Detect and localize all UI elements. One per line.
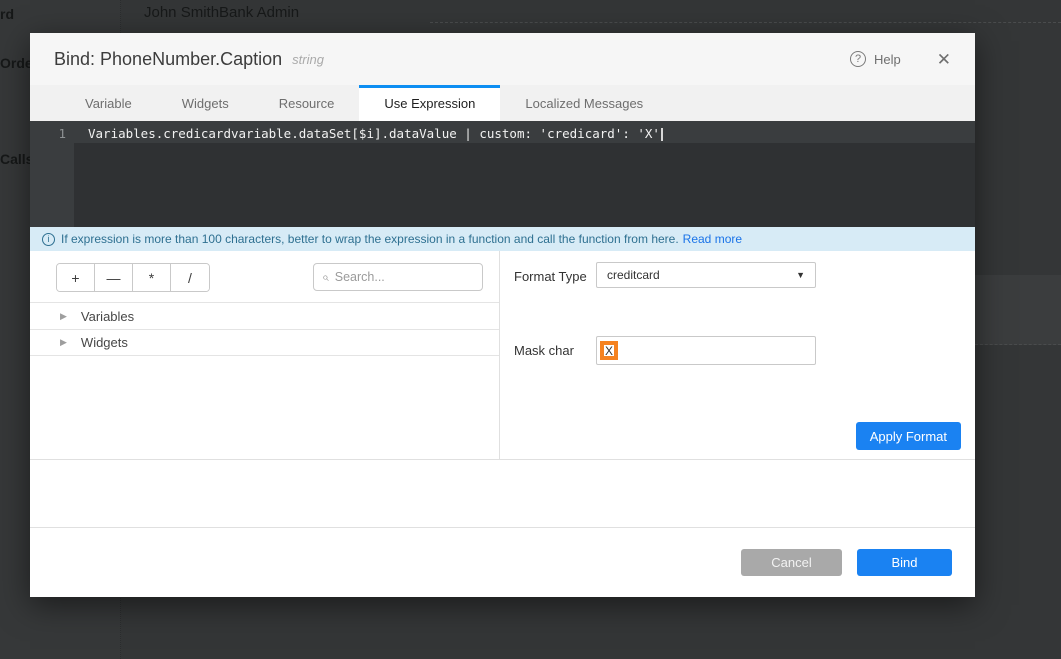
cancel-button[interactable]: Cancel [741, 549, 842, 576]
tab-use-expression[interactable]: Use Expression [359, 85, 500, 121]
expression-code-line[interactable]: Variables.credicardvariable.dataSet[$i].… [88, 126, 663, 141]
format-type-select[interactable]: creditcard ▼ [596, 262, 816, 288]
dialog-body: + — * / ⌕ ▶ Variables ▶ Widgets [30, 251, 975, 460]
operator-button-group: + — * / [56, 263, 210, 292]
search-box[interactable]: ⌕ [313, 263, 483, 291]
format-type-label: Format Type [514, 269, 587, 284]
multiply-operator-button[interactable]: * [133, 264, 171, 291]
mask-char-input[interactable]: X [596, 336, 816, 365]
apply-format-button[interactable]: Apply Format [856, 422, 961, 450]
format-options-pane: Format Type creditcard ▼ Mask char X App… [501, 251, 975, 459]
divide-operator-button[interactable]: / [171, 264, 209, 291]
tree-item-label: Variables [81, 309, 134, 324]
chevron-right-icon: ▶ [60, 311, 67, 322]
editor-line-number: 1 [30, 126, 66, 141]
tree-item-widgets[interactable]: ▶ Widgets [30, 329, 499, 356]
tree-item-label: Widgets [81, 335, 128, 350]
footer-divider [30, 527, 975, 528]
editor-cursor [661, 128, 663, 141]
minus-operator-button[interactable]: — [95, 264, 133, 291]
background-dashed-border [430, 22, 1061, 23]
chevron-right-icon: ▶ [60, 337, 67, 348]
expression-code-editor[interactable]: 1 Variables.credicardvariable.dataSet[$i… [30, 121, 975, 227]
bind-button[interactable]: Bind [857, 549, 952, 576]
tab-resource[interactable]: Resource [254, 85, 360, 121]
background-user-title: John SmithBank Admin [144, 4, 299, 21]
help-button[interactable]: Help [874, 52, 901, 67]
background-panel [975, 275, 1061, 345]
info-banner-text: If expression is more than 100 character… [61, 232, 679, 246]
mask-char-highlighted-value: X [600, 341, 618, 360]
format-type-value: creditcard [607, 268, 660, 282]
dialog-title: Bind: PhoneNumber.Caption [54, 49, 282, 70]
help-icon[interactable]: ? [850, 51, 866, 67]
plus-operator-button[interactable]: + [57, 264, 95, 291]
sidebar-item-fragment: rd [0, 6, 14, 22]
tab-localized-messages[interactable]: Localized Messages [500, 85, 668, 121]
expression-builder-pane: + — * / ⌕ ▶ Variables ▶ Widgets [30, 251, 500, 459]
read-more-link[interactable]: Read more [683, 232, 742, 246]
search-input[interactable] [335, 270, 474, 284]
dialog-tab-bar: Variable Widgets Resource Use Expression… [30, 85, 975, 121]
bind-dialog: Bind: PhoneNumber.Caption string ? Help … [30, 33, 975, 597]
tree-item-variables[interactable]: ▶ Variables [30, 302, 499, 329]
info-banner: i If expression is more than 100 charact… [30, 227, 975, 251]
close-icon[interactable]: ✕ [937, 51, 951, 68]
expression-text: Variables.credicardvariable.dataSet[$i].… [88, 126, 660, 141]
binding-source-tree: ▶ Variables ▶ Widgets [30, 302, 499, 356]
tab-widgets[interactable]: Widgets [157, 85, 254, 121]
info-icon: i [42, 233, 55, 246]
mask-char-label: Mask char [514, 343, 574, 358]
sidebar-item-fragment: Calls [0, 151, 33, 167]
tab-variable[interactable]: Variable [60, 85, 157, 121]
dialog-header: Bind: PhoneNumber.Caption string ? Help … [30, 33, 975, 85]
chevron-down-icon: ▼ [796, 270, 805, 280]
dialog-subtitle: string [292, 52, 324, 67]
search-icon: ⌕ [322, 270, 329, 285]
